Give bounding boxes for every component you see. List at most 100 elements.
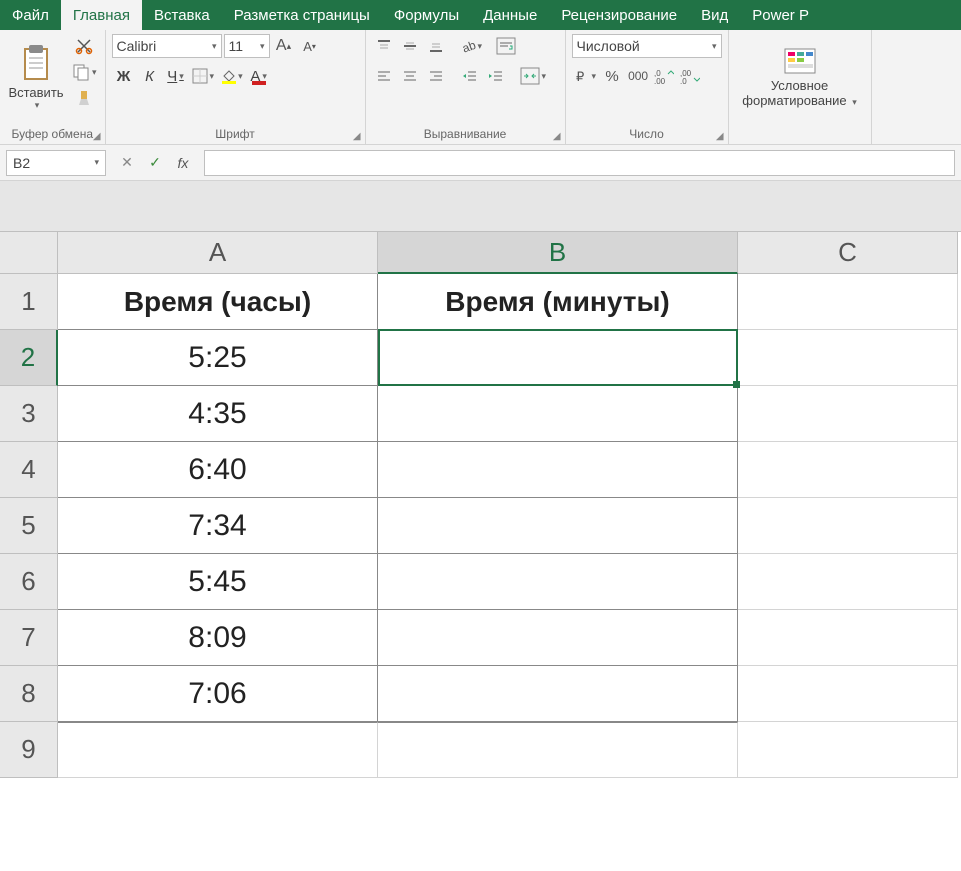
tab-home[interactable]: Главная [61, 0, 142, 30]
tab-data[interactable]: Данные [471, 0, 549, 30]
row-header-4[interactable]: 4 [0, 442, 58, 498]
percent-format-button[interactable]: % [600, 64, 624, 88]
dialog-launcher-icon[interactable]: ◢ [716, 131, 724, 142]
fill-color-button[interactable]: ▾ [218, 64, 245, 88]
align-top-button[interactable] [372, 34, 396, 58]
name-box[interactable]: B2▾ [6, 150, 106, 176]
cell-C6[interactable] [738, 554, 958, 610]
decrease-font-button[interactable]: A▾ [298, 34, 322, 58]
clipboard-icon [19, 43, 53, 83]
insert-function-button[interactable]: fx [170, 150, 196, 176]
row-header-7[interactable]: 7 [0, 610, 58, 666]
enter-formula-button[interactable]: ✓ [142, 150, 168, 176]
underline-button[interactable]: Ч▾ [164, 64, 188, 88]
tab-view[interactable]: Вид [689, 0, 740, 30]
cell-B4[interactable] [378, 442, 738, 498]
row-header-3[interactable]: 3 [0, 386, 58, 442]
cell-A1[interactable]: Время (часы) [58, 274, 378, 330]
bold-button[interactable]: Ж [112, 64, 136, 88]
cell-A5[interactable]: 7:34 [58, 498, 378, 554]
align-right-button[interactable] [424, 64, 448, 88]
tab-page-layout[interactable]: Разметка страницы [222, 0, 382, 30]
cell-C4[interactable] [738, 442, 958, 498]
select-all-corner[interactable] [0, 232, 58, 274]
borders-button[interactable]: ▾ [190, 64, 217, 88]
merge-cells-button[interactable]: ▾ [518, 64, 549, 88]
cell-B5[interactable] [378, 498, 738, 554]
cell-C2[interactable] [738, 330, 958, 386]
comma-format-button[interactable]: 000 [626, 64, 650, 88]
cell-B6[interactable] [378, 554, 738, 610]
copy-button[interactable]: ▾ [70, 60, 99, 84]
formula-input[interactable] [204, 150, 955, 176]
cell-C5[interactable] [738, 498, 958, 554]
chevron-down-icon: ▾ [238, 71, 243, 82]
row-header-8[interactable]: 8 [0, 666, 58, 722]
row-header-2[interactable]: 2 [0, 330, 58, 386]
row-header-1[interactable]: 1 [0, 274, 58, 330]
cell-A7[interactable]: 8:09 [58, 610, 378, 666]
row-header-5[interactable]: 5 [0, 498, 58, 554]
cell-C1[interactable] [738, 274, 958, 330]
cell-B1[interactable]: Время (минуты) [378, 274, 738, 330]
tab-powerpivot[interactable]: Power P [740, 0, 821, 30]
increase-decimal-button[interactable]: ,0,00 [652, 64, 676, 88]
italic-button[interactable]: К [138, 64, 162, 88]
align-middle-button[interactable] [398, 34, 422, 58]
conditional-formatting-button[interactable]: Условное форматирование ▾ [735, 34, 865, 119]
orientation-button[interactable]: ab▾ [458, 34, 485, 58]
cancel-formula-button[interactable]: ✕ [114, 150, 140, 176]
cell-B8[interactable] [378, 666, 738, 722]
name-box-value: B2 [13, 155, 30, 171]
paste-button[interactable]: Вставить ▾ [6, 34, 66, 119]
conditional-formatting-icon [783, 46, 817, 76]
cell-A8[interactable]: 7:06 [58, 666, 378, 722]
increase-font-button[interactable]: A▴ [272, 34, 296, 58]
column-header-B[interactable]: B [378, 232, 738, 274]
cell-C7[interactable] [738, 610, 958, 666]
cell-A4[interactable]: 6:40 [58, 442, 378, 498]
cell-B7[interactable] [378, 610, 738, 666]
tab-insert[interactable]: Вставка [142, 0, 222, 30]
align-center-button[interactable] [398, 64, 422, 88]
cell-A2[interactable]: 5:25 [58, 330, 378, 386]
cut-button[interactable] [70, 34, 99, 58]
dialog-launcher-icon[interactable]: ◢ [553, 131, 561, 142]
cond-line1: Условное [771, 78, 828, 93]
number-format-combo[interactable]: Числовой▾ [572, 34, 722, 58]
chevron-down-icon: ▾ [179, 71, 184, 82]
align-bottom-button[interactable] [424, 34, 448, 58]
dialog-launcher-icon[interactable]: ◢ [353, 131, 361, 142]
tab-review[interactable]: Рецензирование [549, 0, 689, 30]
cell-A3[interactable]: 4:35 [58, 386, 378, 442]
font-name-combo[interactable]: Calibri▾ [112, 34, 222, 58]
accounting-format-button[interactable]: ₽▾ [572, 64, 599, 88]
cell-A9[interactable] [58, 722, 378, 778]
chevron-down-icon: ▾ [712, 41, 717, 52]
row-header-9[interactable]: 9 [0, 722, 58, 778]
font-size-combo[interactable]: 11▾ [224, 34, 270, 58]
cell-C8[interactable] [738, 666, 958, 722]
cell-A6[interactable]: 5:45 [58, 554, 378, 610]
wrap-text-button[interactable] [494, 34, 518, 58]
column-header-C[interactable]: C [738, 232, 958, 274]
chevron-down-icon: ▾ [852, 97, 857, 107]
cell-B3[interactable] [378, 386, 738, 442]
row-header-6[interactable]: 6 [0, 554, 58, 610]
increase-indent-button[interactable] [484, 64, 508, 88]
formula-bar-area: B2▾ ✕ ✓ fx [0, 145, 961, 232]
tab-formulas[interactable]: Формулы [382, 0, 471, 30]
svg-text:,0: ,0 [680, 77, 687, 84]
tab-file[interactable]: Файл [0, 0, 61, 30]
format-painter-button[interactable] [70, 86, 99, 110]
cell-B2[interactable] [378, 330, 738, 386]
dialog-launcher-icon[interactable]: ◢ [93, 131, 101, 142]
cell-C9[interactable] [738, 722, 958, 778]
align-left-button[interactable] [372, 64, 396, 88]
decrease-decimal-button[interactable]: ,00,0 [678, 64, 702, 88]
cell-B9[interactable] [378, 722, 738, 778]
font-color-button[interactable]: A▾ [247, 64, 271, 88]
column-header-A[interactable]: A [58, 232, 378, 274]
cell-C3[interactable] [738, 386, 958, 442]
decrease-indent-button[interactable] [458, 64, 482, 88]
